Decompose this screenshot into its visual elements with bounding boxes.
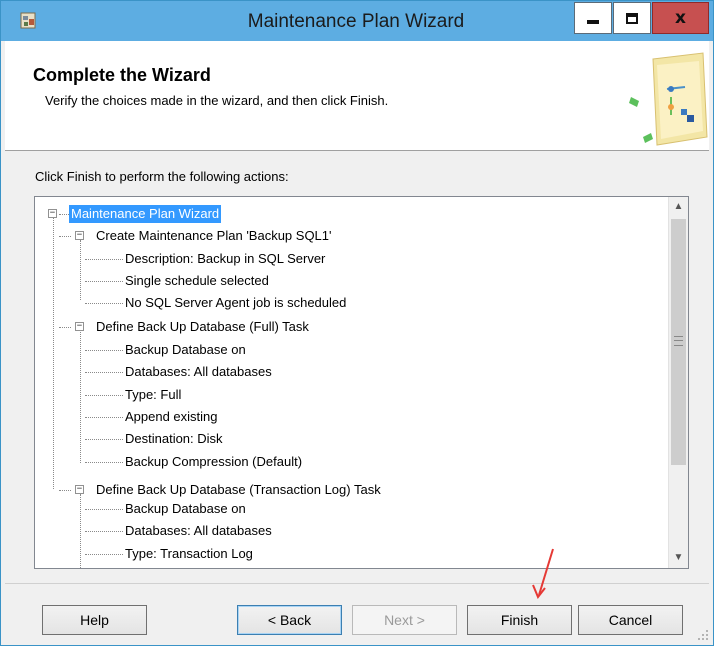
actions-tree-view[interactable]: − Maintenance Plan Wizard − Create Maint… [34,196,689,569]
tree-connector [59,214,69,215]
tree-connector [85,439,123,440]
tree-connector [59,490,71,491]
tree-connector [85,462,123,463]
tree-item[interactable]: Backup Database on [125,341,246,359]
tree-item[interactable]: Databases: All databases [125,363,272,381]
tree-section-full-backup-task[interactable]: Define Back Up Database (Full) Task [96,318,309,336]
tree-connector [85,554,123,555]
tree-item[interactable]: Backup Database on [125,500,246,518]
tree-connector [85,395,123,396]
tree-connector [85,417,123,418]
tree-connector [85,372,123,373]
scrollbar-thumb[interactable] [671,219,686,465]
tree-item[interactable]: Append existing [125,408,218,426]
annotation-arrow-icon [532,548,554,599]
app-icon [20,12,36,29]
tree-connector [85,259,123,260]
footer-divider [5,583,709,584]
tree-section-create-plan[interactable]: Create Maintenance Plan 'Backup SQL1' [96,227,332,245]
wizard-window: Maintenance Plan Wizard x Complete the W… [0,0,714,646]
tree-item[interactable]: No SQL Server Agent job is scheduled [125,294,346,312]
wizard-illustration-icon [629,52,708,146]
maximize-button[interactable] [613,2,651,34]
tree-section-log-backup-task[interactable]: Define Back Up Database (Transaction Log… [96,481,381,499]
vertical-scrollbar[interactable]: ▲ ▼ [668,197,688,568]
tree-item[interactable]: Databases: All databases [125,522,272,540]
tree-connector [85,531,123,532]
tree-item[interactable]: Type: Full [125,386,181,404]
minimize-button[interactable] [574,2,612,34]
tree-connector [80,330,81,463]
next-button[interactable]: Next > [352,605,457,635]
instructions-text: Click Finish to perform the following ac… [35,169,289,184]
tree-connector [59,327,71,328]
resize-grip-icon[interactable] [697,629,709,641]
window-title: Maintenance Plan Wizard [247,11,465,32]
scroll-down-icon[interactable]: ▼ [669,549,688,567]
close-button[interactable]: x [652,2,709,34]
back-button[interactable]: < Back [237,605,342,635]
tree-root[interactable]: Maintenance Plan Wizard [69,205,222,223]
maximize-icon [626,12,638,24]
tree-connector [85,350,123,351]
page-subtitle: Verify the choices made in the wizard, a… [45,93,389,108]
tree-item[interactable]: Type: Transaction Log [125,545,253,563]
tree-section-collapse-icon[interactable]: − [75,322,84,331]
page-title: Complete the Wizard [33,65,211,85]
title-bar[interactable]: Maintenance Plan Wizard x [1,1,713,41]
tree-connector [85,303,123,304]
help-button[interactable]: Help [42,605,147,635]
wizard-header: Complete the Wizard Verify the choices m… [5,41,709,151]
tree-item[interactable]: Backup Compression (Default) [125,453,302,471]
grip-icon [674,336,683,346]
minimize-icon [587,20,599,24]
tree-root-collapse-icon[interactable]: − [48,209,57,218]
tree-item[interactable]: Destination: Disk [125,430,223,448]
finish-button[interactable]: Finish [467,605,572,635]
tree-connector [80,494,81,568]
tree-item[interactable]: Single schedule selected [125,272,269,290]
tree-section-collapse-icon[interactable]: − [75,231,84,240]
tree-connector [85,509,123,510]
tree-connector [80,240,81,300]
close-icon: x [675,8,686,28]
tree-connector [59,236,71,237]
scroll-up-icon[interactable]: ▲ [669,198,688,216]
tree-connector [53,218,54,489]
tree-item[interactable]: Description: Backup in SQL Server [125,250,325,268]
tree-connector [85,281,123,282]
cancel-button[interactable]: Cancel [578,605,683,635]
tree-content: − Maintenance Plan Wizard − Create Maint… [35,197,669,568]
tree-section-collapse-icon[interactable]: − [75,485,84,494]
